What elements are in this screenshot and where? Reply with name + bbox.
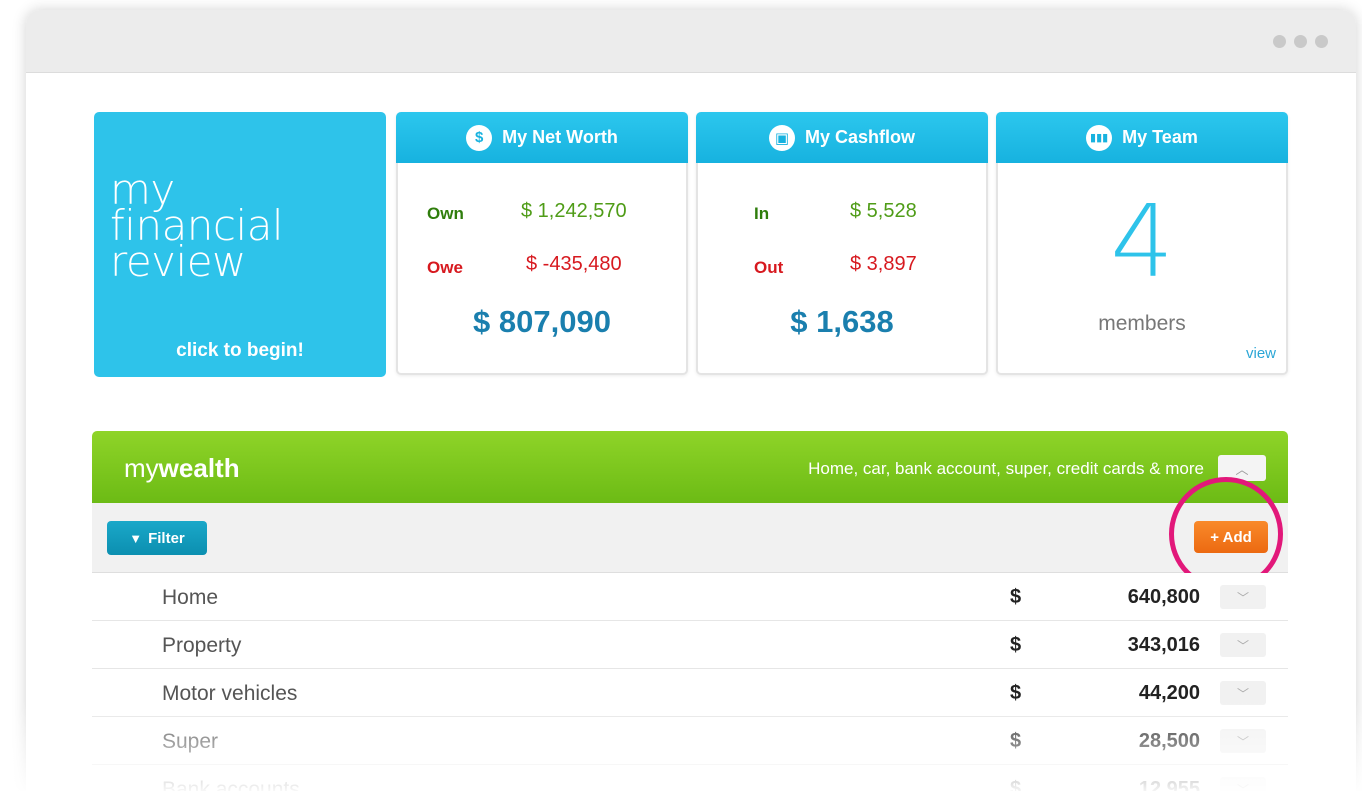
card-title: My Team — [1122, 127, 1198, 147]
filter-button[interactable]: ▼ Filter — [107, 521, 207, 555]
team-card[interactable]: ▮▮▮ My Team 4 members view — [996, 112, 1288, 375]
item-value: 28,500 — [1138, 730, 1200, 752]
item-name: Bank accounts — [162, 778, 300, 791]
cash-icon: ▣ — [768, 124, 795, 151]
team-count: 4 — [1110, 183, 1174, 300]
dot-icon — [1294, 35, 1307, 48]
out-value: $ 3,897 — [850, 253, 917, 275]
in-label: In — [754, 204, 770, 223]
title-prefix: my — [124, 453, 159, 483]
view-team-link[interactable]: view — [1246, 345, 1276, 362]
chevron-down-icon: ﹀ — [1236, 686, 1249, 701]
own-label: Own — [427, 204, 464, 223]
item-currency: $ — [1010, 778, 1022, 791]
expand-toggle[interactable]: ﹀ — [1220, 633, 1266, 657]
expand-toggle[interactable]: ﹀ — [1220, 777, 1266, 791]
mywealth-subtitle: Home, car, bank account, super, credit c… — [808, 459, 1204, 478]
team-header: ▮▮▮ My Team — [996, 112, 1288, 163]
item-currency: $ — [1010, 682, 1022, 704]
chevron-up-icon: ︿ — [1235, 461, 1249, 477]
card-title: My Cashflow — [804, 127, 915, 147]
review-title: my financial review — [110, 169, 284, 283]
net-worth-total: $ 807,090 — [473, 304, 611, 339]
list-item[interactable]: Bank accounts $ 12,955 ﹀ — [92, 765, 1288, 791]
item-name: Motor vehicles — [162, 682, 298, 705]
list-item[interactable]: Super $ 28,500 ﹀ — [92, 717, 1288, 765]
wealth-list: Home $ 640,800 ﹀ Property $ 343,016 ﹀ Mo… — [92, 573, 1288, 791]
chevron-down-icon: ﹀ — [1236, 590, 1249, 605]
cashflow-total: $ 1,638 — [790, 304, 894, 339]
card-title: My Net Worth — [502, 127, 618, 147]
window-menu-dots[interactable] — [1273, 35, 1328, 48]
item-name: Home — [162, 586, 219, 609]
members-label: members — [1098, 312, 1186, 335]
in-value: $ 5,528 — [850, 200, 917, 222]
click-to-begin-link[interactable]: click to begin! — [94, 340, 386, 362]
net-worth-card[interactable]: $ My Net Worth Own $ 1,242,570 Owe $ -43… — [396, 112, 688, 375]
mywealth-title: mywealth — [124, 453, 240, 484]
item-currency: $ — [1010, 730, 1022, 752]
item-currency: $ — [1010, 586, 1022, 608]
item-value: 640,800 — [1127, 586, 1200, 608]
item-name: Super — [162, 730, 219, 753]
cashflow-header: ▣ My Cashflow — [696, 112, 988, 163]
dot-icon — [1315, 35, 1328, 48]
expand-toggle[interactable]: ﹀ — [1220, 729, 1266, 753]
owe-value: $ -435,480 — [526, 253, 622, 275]
title-bold: wealth — [158, 453, 240, 483]
net-worth-header: $ My Net Worth — [396, 112, 688, 163]
item-value: 44,200 — [1138, 682, 1200, 704]
chevron-down-icon: ﹀ — [1236, 734, 1249, 749]
chevron-down-icon: ﹀ — [1236, 782, 1249, 791]
item-value: 12,955 — [1138, 778, 1200, 791]
expand-toggle[interactable]: ﹀ — [1220, 585, 1266, 609]
owe-label: Owe — [427, 258, 463, 277]
own-value: $ 1,242,570 — [521, 200, 627, 222]
item-currency: $ — [1010, 634, 1022, 656]
dollar-icon: $ — [466, 124, 493, 151]
wealth-toolbar: ▼ Filter + Add — [92, 503, 1288, 573]
dot-icon — [1273, 35, 1286, 48]
cashflow-card[interactable]: ▣ My Cashflow In $ 5,528 Out $ 3,897 $ 1… — [696, 112, 988, 375]
list-item[interactable]: Home $ 640,800 ﹀ — [92, 573, 1288, 621]
item-name: Property — [162, 634, 242, 657]
list-item[interactable]: Motor vehicles $ 44,200 ﹀ — [92, 669, 1288, 717]
filter-label: Filter — [148, 529, 185, 547]
out-label: Out — [754, 258, 784, 277]
filter-icon: ▼ — [129, 530, 143, 546]
financial-review-tile[interactable]: my financial review click to begin! — [94, 112, 386, 377]
expand-toggle[interactable]: ﹀ — [1220, 681, 1266, 705]
chevron-down-icon: ﹀ — [1236, 638, 1249, 653]
item-value: 343,016 — [1127, 634, 1200, 656]
window-titlebar — [26, 10, 1356, 73]
list-item[interactable]: Property $ 343,016 ﹀ — [92, 621, 1288, 669]
team-icon: ▮▮▮ — [1086, 124, 1113, 151]
mywealth-header: mywealth Home, car, bank account, super,… — [92, 431, 1288, 503]
